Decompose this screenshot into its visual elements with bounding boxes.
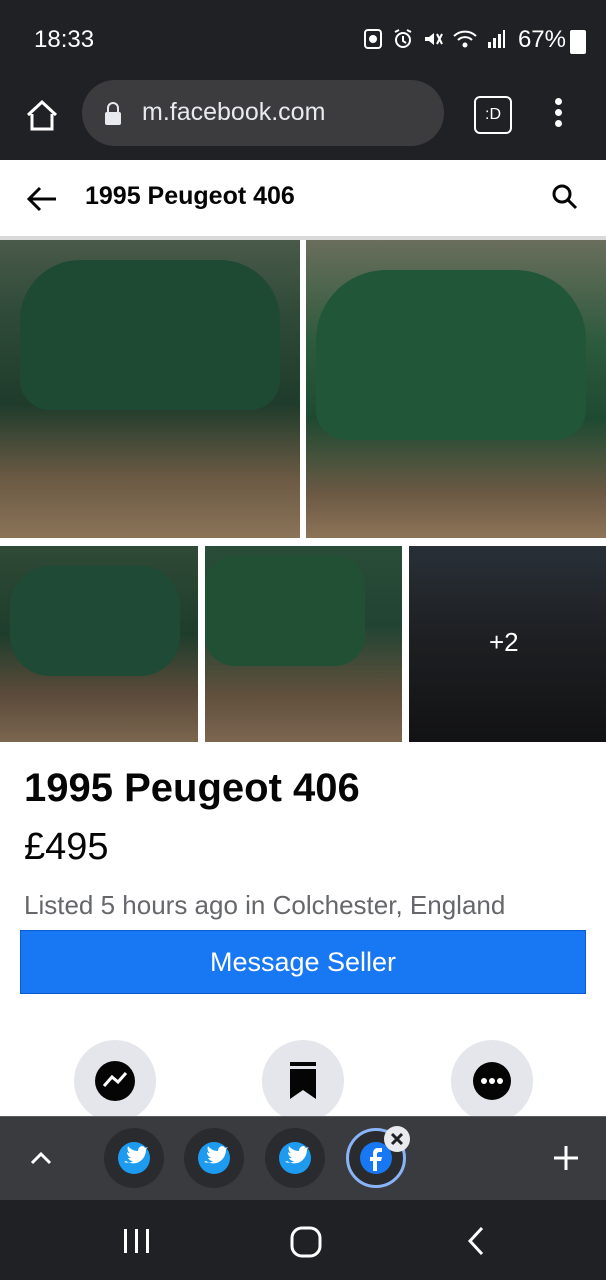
new-tab-button[interactable] bbox=[552, 1144, 580, 1177]
more-photos-count[interactable]: +2 bbox=[489, 627, 519, 658]
home-nav-icon bbox=[290, 1226, 322, 1258]
expand-tabs-button[interactable] bbox=[28, 1146, 54, 1177]
status-time: 18:33 bbox=[34, 26, 95, 53]
listing-photo-1[interactable] bbox=[0, 240, 300, 538]
home-icon bbox=[26, 99, 58, 131]
back-button[interactable] bbox=[26, 183, 58, 215]
listing-meta: Listed 5 hours ago in Colchester, Englan… bbox=[24, 890, 506, 920]
close-tab-button[interactable] bbox=[384, 1126, 410, 1152]
menu-dot bbox=[554, 98, 562, 105]
battery-text: 67% bbox=[517, 26, 566, 53]
menu-dot bbox=[554, 109, 562, 116]
search-button[interactable] bbox=[552, 184, 578, 210]
twitter-bird-icon bbox=[124, 1146, 148, 1164]
listing-photo-2[interactable] bbox=[306, 240, 606, 538]
bookmark-icon bbox=[290, 1062, 316, 1099]
alarm-icon bbox=[392, 28, 414, 55]
listing-price: £495 bbox=[24, 826, 109, 868]
tab-twitter-3[interactable] bbox=[265, 1128, 325, 1188]
page-title: 1995 Peugeot 406 bbox=[85, 182, 295, 210]
lock-icon bbox=[104, 102, 122, 126]
back-arrow-icon bbox=[26, 186, 56, 212]
overflow-menu-button[interactable] bbox=[552, 98, 564, 130]
twitter-bird-icon bbox=[285, 1146, 309, 1164]
close-icon bbox=[390, 1132, 404, 1146]
plus-icon bbox=[554, 1146, 578, 1170]
messenger-button[interactable] bbox=[74, 1040, 156, 1122]
battery-icon bbox=[570, 30, 586, 54]
listing-photo-3[interactable] bbox=[0, 546, 198, 742]
home-button[interactable] bbox=[22, 96, 62, 136]
listing-photo-4[interactable] bbox=[205, 546, 402, 742]
tab-twitter-1[interactable] bbox=[104, 1128, 164, 1188]
more-options-button[interactable] bbox=[451, 1040, 533, 1122]
tab-twitter-2[interactable] bbox=[184, 1128, 244, 1188]
url-text[interactable]: m.facebook.com bbox=[142, 98, 325, 127]
twitter-bird-icon bbox=[204, 1146, 228, 1164]
recent-apps-button[interactable] bbox=[120, 1226, 154, 1261]
listing-title: 1995 Peugeot 406 bbox=[24, 766, 360, 810]
search-icon bbox=[552, 184, 578, 210]
save-button[interactable] bbox=[262, 1040, 344, 1122]
message-seller-button[interactable]: Message Seller bbox=[20, 930, 586, 994]
back-nav-button[interactable] bbox=[462, 1224, 492, 1263]
mute-icon bbox=[422, 28, 444, 55]
chevron-up-icon bbox=[30, 1151, 52, 1165]
signal-icon bbox=[486, 28, 506, 55]
tab-switcher-button[interactable]: :D bbox=[474, 96, 512, 134]
messenger-icon bbox=[95, 1061, 135, 1101]
menu-dot bbox=[554, 120, 562, 127]
home-nav-button[interactable] bbox=[288, 1224, 324, 1265]
screenshot-icon bbox=[362, 28, 384, 55]
more-icon bbox=[473, 1062, 511, 1100]
recents-icon bbox=[124, 1229, 149, 1253]
wifi-icon bbox=[452, 28, 478, 55]
status-bar: 18:33 67% bbox=[0, 0, 606, 80]
back-nav-icon bbox=[467, 1226, 484, 1256]
status-icons bbox=[362, 28, 506, 55]
